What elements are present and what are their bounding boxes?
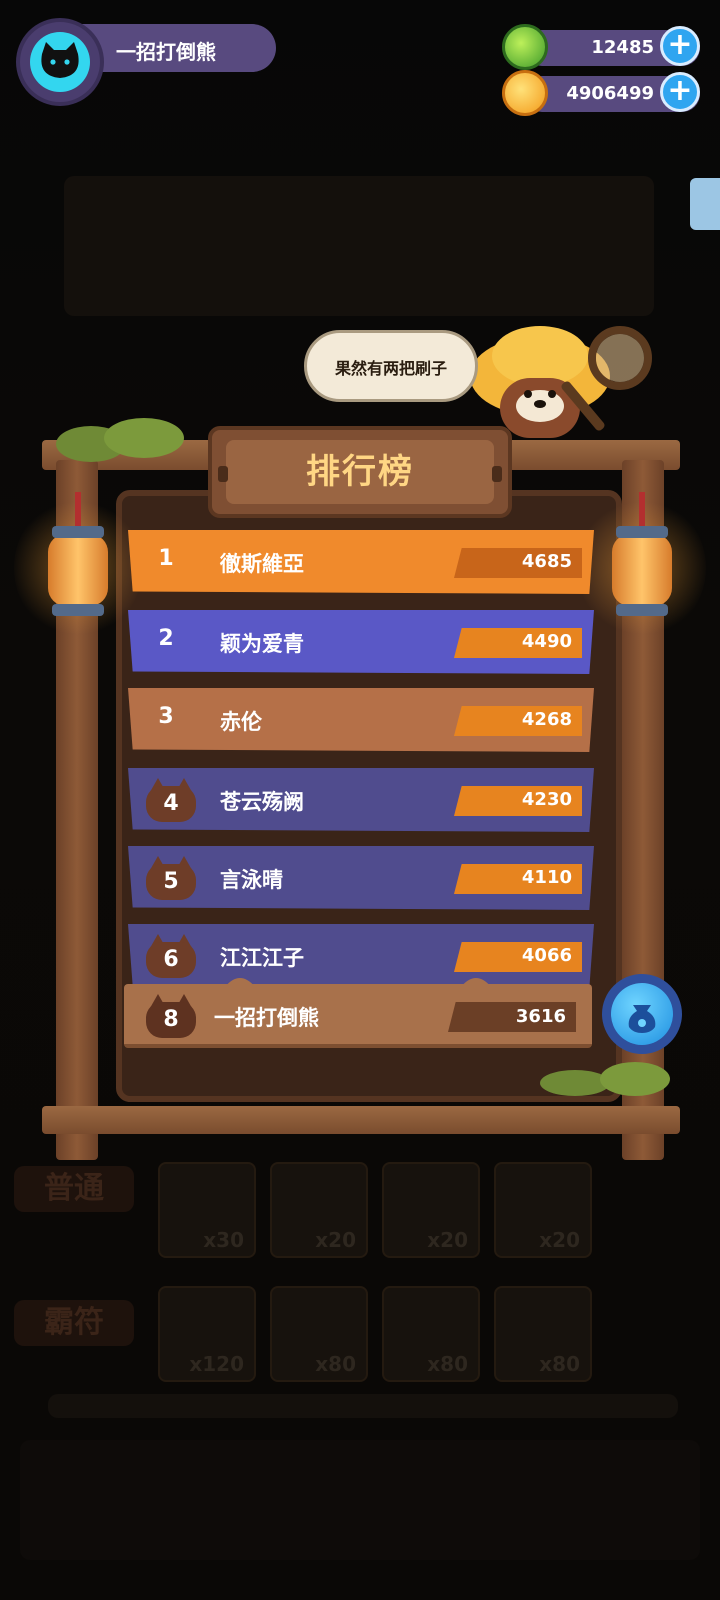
background-item: x120 [158,1286,256,1382]
row-score: 4110 [521,867,572,888]
player-profile[interactable]: 一招打倒熊 [16,18,276,106]
leaderboard-row[interactable]: 1 徹斯維亞 4685 [128,530,594,594]
gold-coin-counter: 4906499 + [502,70,700,116]
my-rank: 8 [163,1007,179,1032]
row-player-name: 颖为爱青 [220,632,304,656]
gold-coin-icon [502,70,548,116]
row-rank: 3 [158,704,174,729]
speech-bubble: 果然有两把刷子 [304,330,478,402]
row-rank: 1 [158,546,174,571]
green-gem-icon [502,24,548,70]
board-bottom-beam [42,1106,680,1134]
share-icon[interactable] [690,178,720,230]
speech-bubble-text: 果然有两把刷子 [334,359,447,378]
background-bottom-buttons [20,1440,700,1560]
moss-decoration [600,1062,670,1096]
row-player-name: 赤伦 [220,710,262,734]
row-player-name: 言泳晴 [220,868,283,892]
background-item: x20 [270,1162,368,1258]
lantern-right [578,492,706,638]
background-label-premium: 霸符 [14,1300,134,1346]
background-shop-frame [64,176,654,316]
player-name: 一招打倒熊 [116,40,216,64]
bag-icon [611,983,673,1045]
leaderboard-title-plank: 排行榜 [208,426,512,518]
row-rank: 2 [158,626,174,651]
my-score: 3616 [515,1006,566,1027]
avatar-frame[interactable] [16,18,104,106]
moss-decoration [540,1070,610,1096]
background-label-normal: 普通 [14,1166,134,1212]
row-score: 4066 [521,945,572,966]
leaderboard-row[interactable]: 4 苍云殇阙 4230 [128,768,594,832]
my-player-name: 一招打倒熊 [214,1006,319,1030]
row-score: 4685 [521,551,572,572]
leaderboard-row[interactable]: 2 颖为爱青 4490 [128,610,594,674]
row-score: 4268 [521,709,572,730]
row-score: 4490 [521,631,572,652]
background-item: x20 [382,1162,480,1258]
background-item: x30 [158,1162,256,1258]
background-footer-bar [48,1394,678,1418]
row-score: 4230 [521,789,572,810]
my-rank-row[interactable]: 8 一招打倒熊 3616 [124,984,592,1048]
moss-decoration [104,418,184,458]
gold-coin-value: 4906499 [566,83,654,104]
leaderboard-row[interactable]: 5 言泳晴 4110 [128,846,594,910]
cat-head-badge: 5 [146,856,196,900]
reward-bag-button[interactable] [602,974,682,1054]
background-item: x80 [382,1286,480,1382]
lantern-left [14,492,142,638]
row-player-name: 徹斯維亞 [220,552,304,576]
background-item: x20 [494,1162,592,1258]
leaderboard-title: 排行榜 [306,452,414,492]
row-player-name: 苍云殇阙 [220,790,304,814]
add-green-gem-button[interactable]: + [660,26,700,66]
cat-avatar-icon [30,32,90,92]
background-item: x80 [494,1286,592,1382]
cat-head-badge: 4 [146,778,196,822]
green-gem-value: 12485 [591,37,654,58]
green-gem-counter: 12485 + [502,24,700,70]
row-rank: 5 [163,869,179,894]
cat-head-badge: 8 [146,994,196,1038]
leaderboard-row[interactable]: 3 赤伦 4268 [128,688,594,752]
row-rank: 4 [163,791,179,816]
add-gold-coin-button[interactable]: + [660,72,700,112]
background-item: x80 [270,1286,368,1382]
otter-mascot-icon [470,326,652,438]
